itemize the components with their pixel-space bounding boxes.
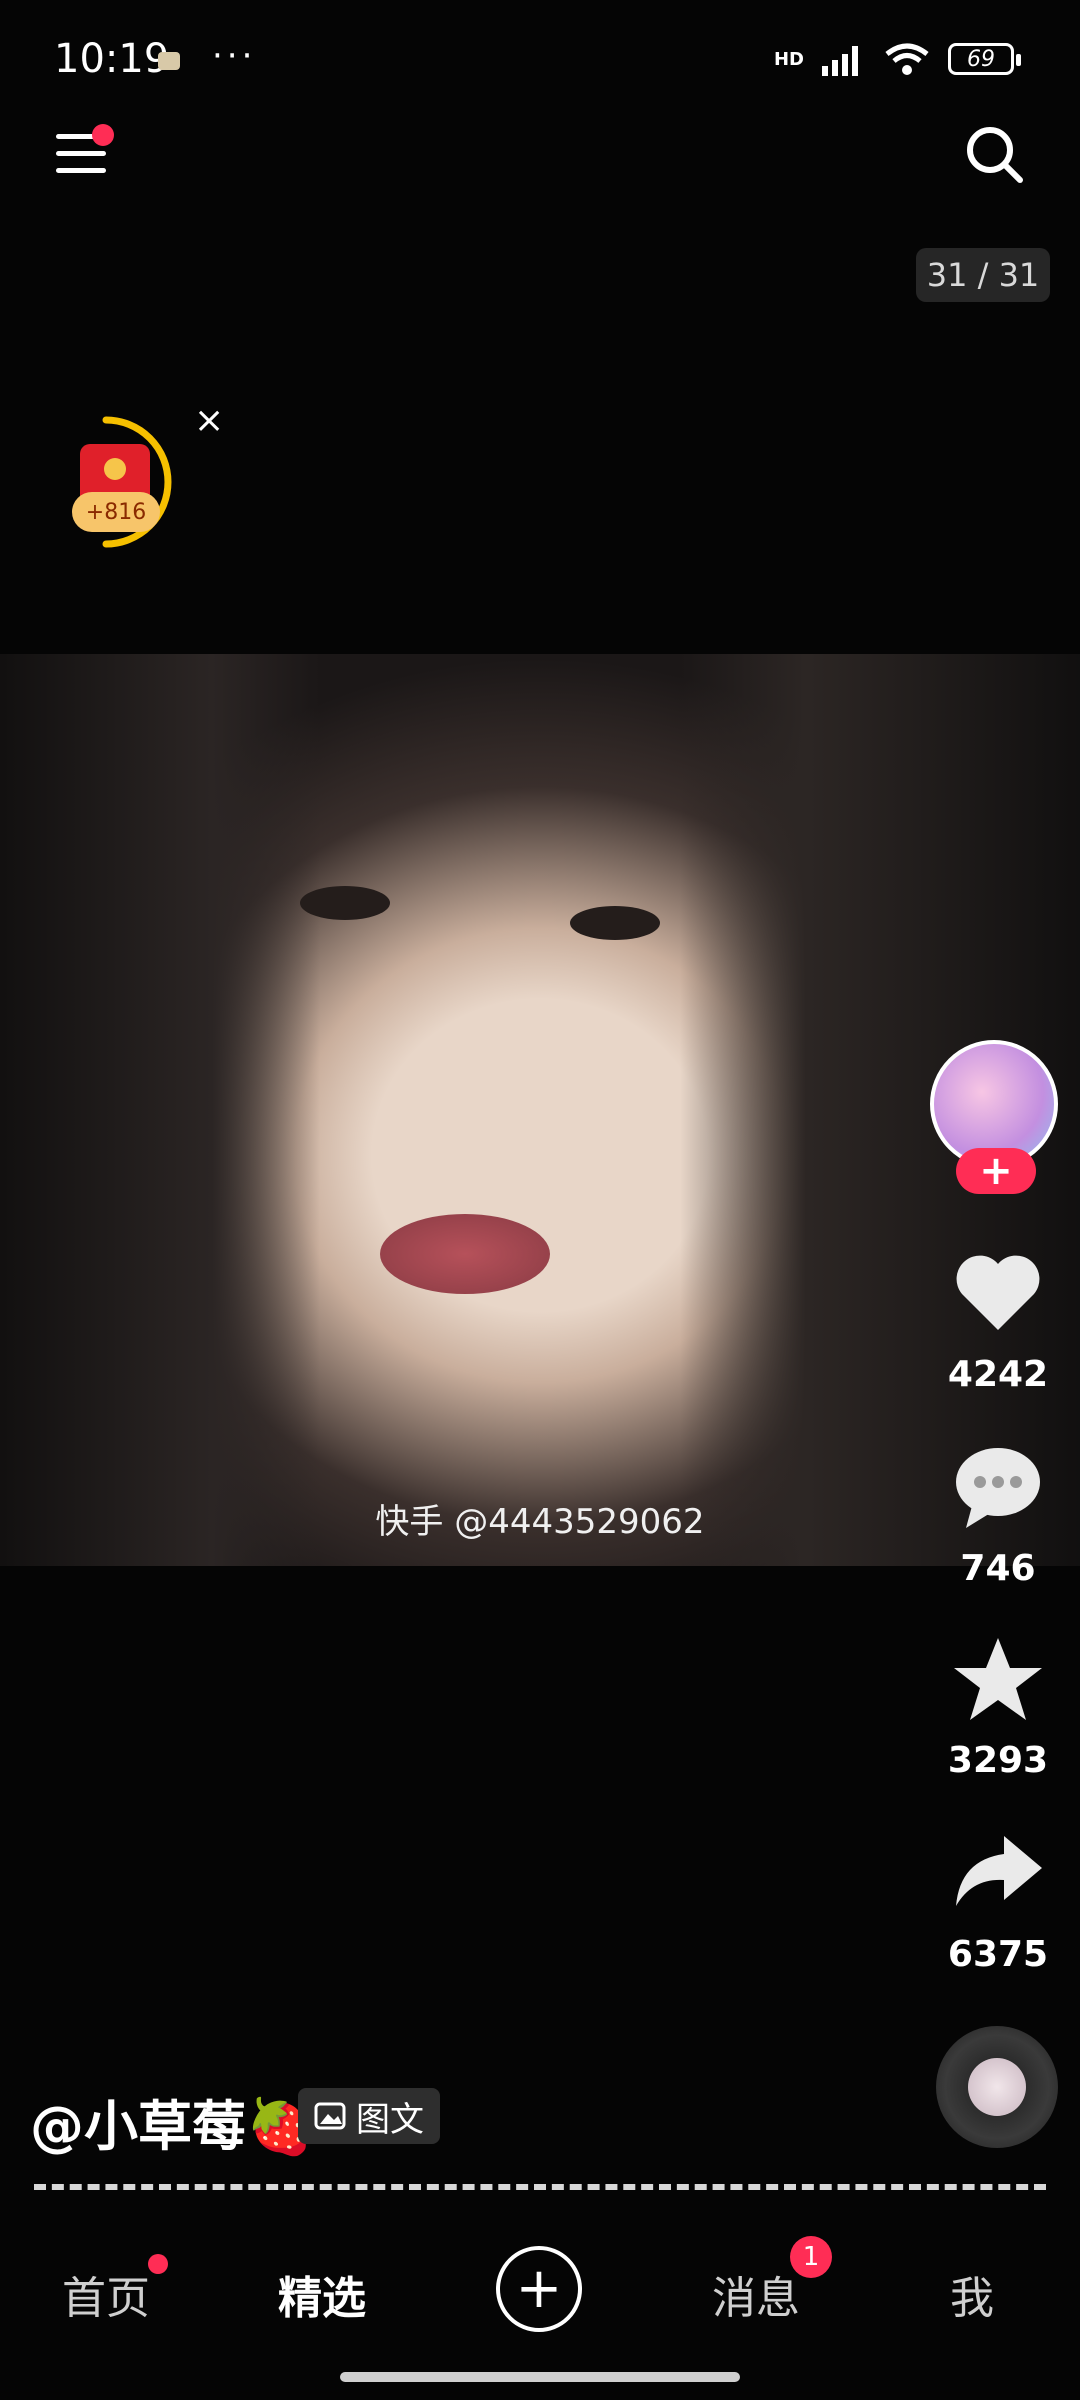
music-cover — [968, 2058, 1026, 2116]
status-more-icon: ··· — [212, 36, 257, 76]
image-icon — [314, 2102, 346, 2130]
page-counter: 31 / 31 — [916, 248, 1050, 302]
create-post-button[interactable]: + — [496, 2246, 582, 2332]
search-icon — [967, 127, 1023, 183]
wifi-icon — [885, 43, 929, 75]
image-watermark: 快手 @4443529062 — [375, 1502, 705, 1542]
follow-button[interactable]: + — [956, 1148, 1036, 1194]
comment-count: 746 — [960, 1548, 1036, 1589]
signal-icon — [822, 46, 858, 76]
menu-notification-dot — [92, 124, 114, 146]
plus-icon: + — [515, 2256, 563, 2321]
star-icon[interactable] — [952, 1636, 1044, 1722]
post-image[interactable] — [0, 654, 1080, 1566]
comment-icon[interactable] — [952, 1444, 1044, 1530]
notification-icon — [158, 52, 180, 70]
eye-left — [300, 886, 390, 920]
status-time: 10:19 — [54, 36, 170, 82]
nav-home-dot — [148, 2254, 168, 2274]
hair-left — [0, 654, 320, 1566]
battery-indicator: 69 — [948, 43, 1021, 75]
favorite-count: 3293 — [947, 1740, 1049, 1781]
heart-icon[interactable] — [952, 1250, 1044, 1336]
lips — [380, 1214, 550, 1294]
nav-featured[interactable]: 精选 — [278, 2262, 366, 2326]
like-count: 4242 — [947, 1354, 1049, 1395]
status-indicators: HD 69 — [773, 42, 1021, 76]
share-count: 6375 — [947, 1934, 1049, 1975]
network-label: HD — [773, 48, 804, 70]
search-button[interactable] — [962, 122, 1026, 186]
eye-right — [570, 906, 660, 940]
messages-badge: 1 — [790, 2236, 832, 2278]
post-type-tag: 图文 — [298, 2088, 440, 2144]
nav-me[interactable]: 我 — [950, 2262, 994, 2326]
author-name[interactable]: @小草莓🍓 — [30, 2082, 313, 2161]
packet-amount: +816 — [72, 492, 160, 532]
packet-coin-icon — [104, 458, 126, 480]
share-icon[interactable] — [952, 1830, 1044, 1916]
nav-messages[interactable]: 消息 — [712, 2262, 800, 2326]
packet-close-button[interactable]: × — [194, 400, 224, 441]
nav-home[interactable]: 首页 — [62, 2262, 150, 2326]
home-indicator[interactable] — [340, 2372, 740, 2382]
post-type-label: 图文 — [356, 2099, 424, 2140]
battery-level: 69 — [967, 46, 995, 72]
progress-dashes — [34, 2184, 1046, 2190]
